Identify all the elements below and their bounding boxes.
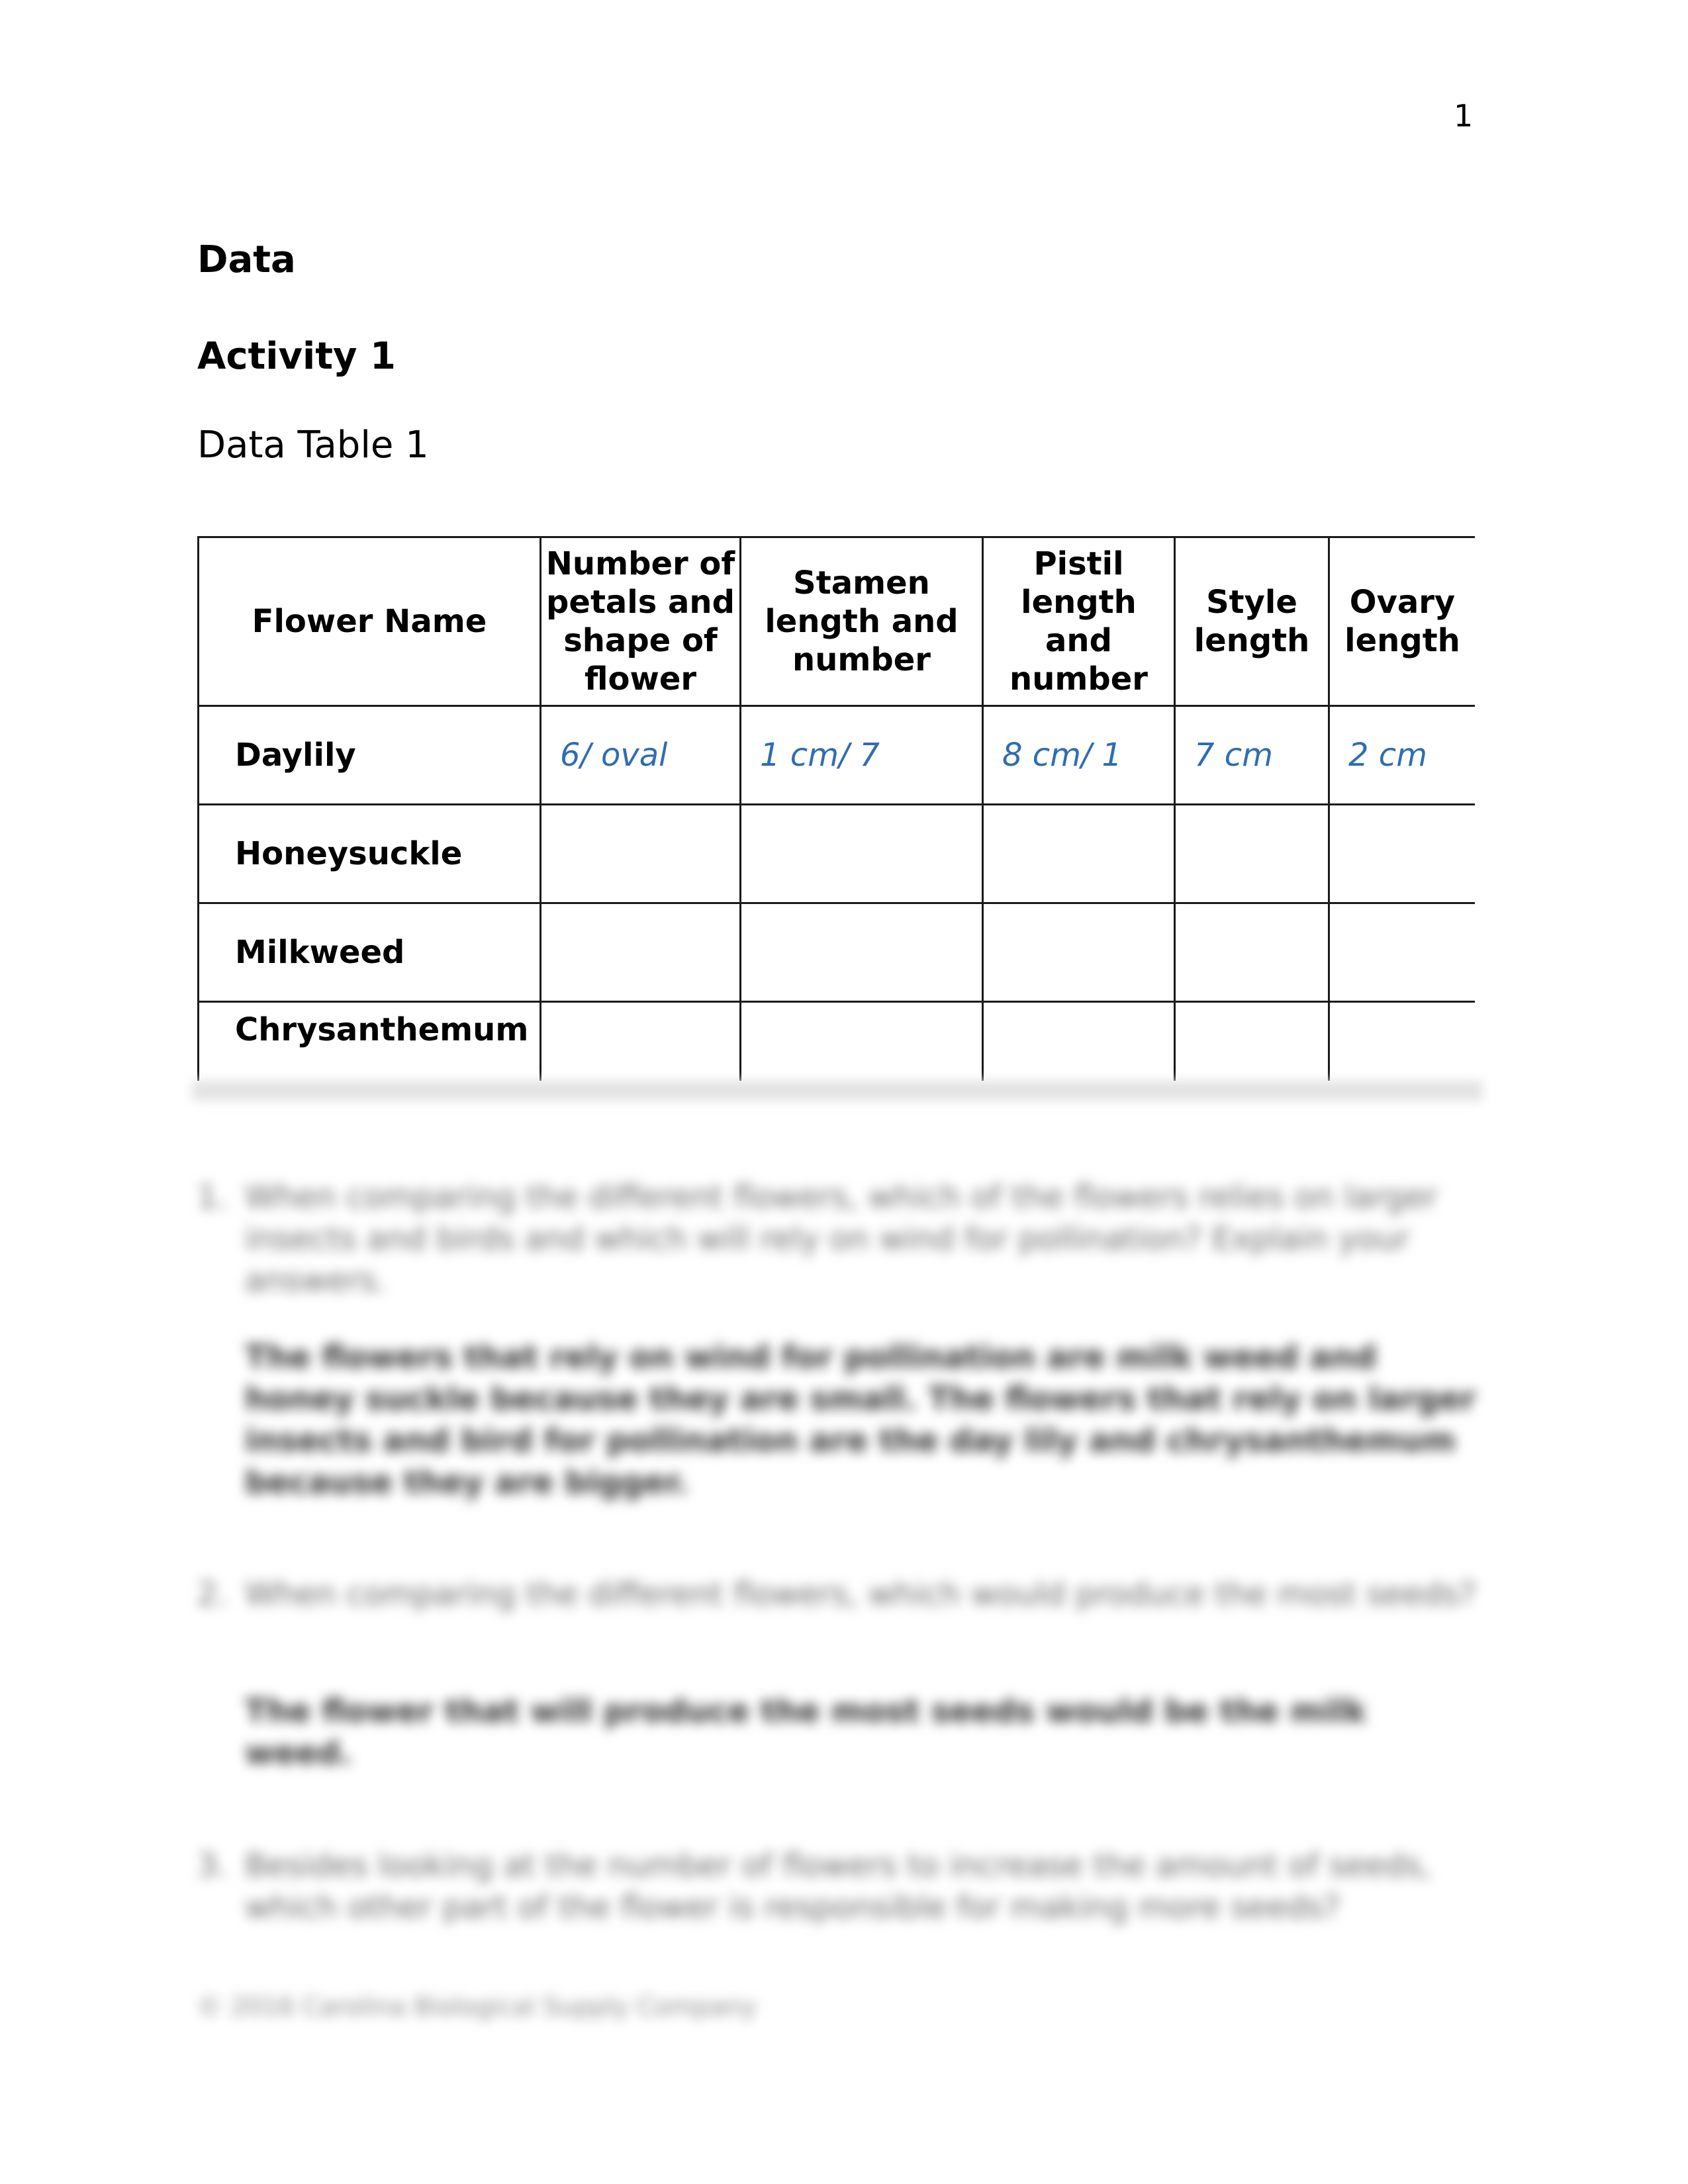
value-cell[interactable] <box>1174 803 1330 904</box>
answer-2[interactable]: The flower that will produce the most se… <box>245 1691 1476 1774</box>
flower-name-cell: Chrysanthemum <box>197 1001 541 1081</box>
section-title: Data <box>197 238 296 281</box>
header-style: Style length <box>1174 536 1330 707</box>
data-table-container: Flower Name Number of petals and shape o… <box>197 536 1475 1081</box>
value-cell[interactable] <box>739 803 984 904</box>
value-cell[interactable] <box>739 902 984 1003</box>
value-cell[interactable] <box>982 902 1176 1003</box>
table-row: Daylily 6/ oval 1 cm/ 7 8 cm/ 1 7 cm 2 c… <box>197 705 1475 805</box>
value-cell[interactable]: 7 cm <box>1174 705 1330 805</box>
question-number: 3. <box>197 1847 228 1884</box>
value-cell[interactable]: 8 cm/ 1 <box>982 705 1176 805</box>
value-cell[interactable] <box>1328 902 1475 1003</box>
value-cell[interactable] <box>1174 902 1330 1003</box>
table-caption: Data Table 1 <box>197 424 429 467</box>
table-header-row: Flower Name Number of petals and shape o… <box>197 536 1475 707</box>
value-cell[interactable] <box>739 1001 984 1081</box>
value-cell[interactable] <box>1328 803 1475 904</box>
question-1: 1. When comparing the different flowers, … <box>197 1177 1481 1302</box>
blur-divider <box>192 1081 1483 1101</box>
question-text: Besides looking at the number of flowers… <box>245 1847 1432 1926</box>
question-text: When comparing the different flowers, wh… <box>245 1179 1438 1299</box>
header-flower-name: Flower Name <box>197 536 541 707</box>
table-row: Milkweed <box>197 902 1475 1003</box>
flower-name-cell: Honeysuckle <box>197 803 541 904</box>
answer-1[interactable]: The flowers that rely on wind for pollin… <box>245 1337 1476 1504</box>
value-cell[interactable]: 1 cm/ 7 <box>739 705 984 805</box>
table-row: Chrysanthemum <box>197 1001 1475 1081</box>
header-pistil: Pistil length and number <box>982 536 1176 707</box>
header-stamen: Stamen length and number <box>739 536 984 707</box>
flower-name-cell: Milkweed <box>197 902 541 1003</box>
question-text: When comparing the different flowers, wh… <box>245 1576 1476 1613</box>
question-number: 1. <box>197 1179 228 1216</box>
copyright-footer: © 2016 Carolina Biological Supply Compan… <box>197 1992 757 2021</box>
data-table: Flower Name Number of petals and shape o… <box>197 536 1475 1081</box>
value-cell[interactable]: 6/ oval <box>539 705 741 805</box>
value-cell[interactable] <box>982 803 1176 904</box>
value-cell[interactable] <box>539 902 741 1003</box>
page-number: 1 <box>1454 98 1474 134</box>
flower-name-cell: Daylily <box>197 705 541 805</box>
value-cell[interactable]: 2 cm <box>1328 705 1475 805</box>
header-petals: Number of petals and shape of flower <box>539 536 741 707</box>
value-cell[interactable] <box>1328 1001 1475 1081</box>
question-2: 2. When comparing the different flowers, … <box>197 1574 1481 1615</box>
value-cell[interactable] <box>982 1001 1176 1081</box>
activity-title: Activity 1 <box>197 335 396 378</box>
value-cell[interactable] <box>1174 1001 1330 1081</box>
question-number: 2. <box>197 1576 228 1613</box>
table-row: Honeysuckle <box>197 803 1475 904</box>
question-3: 3. Besides looking at the number of flowe… <box>197 1845 1481 1929</box>
value-cell[interactable] <box>539 1001 741 1081</box>
header-ovary: Ovary length <box>1328 536 1475 707</box>
value-cell[interactable] <box>539 803 741 904</box>
